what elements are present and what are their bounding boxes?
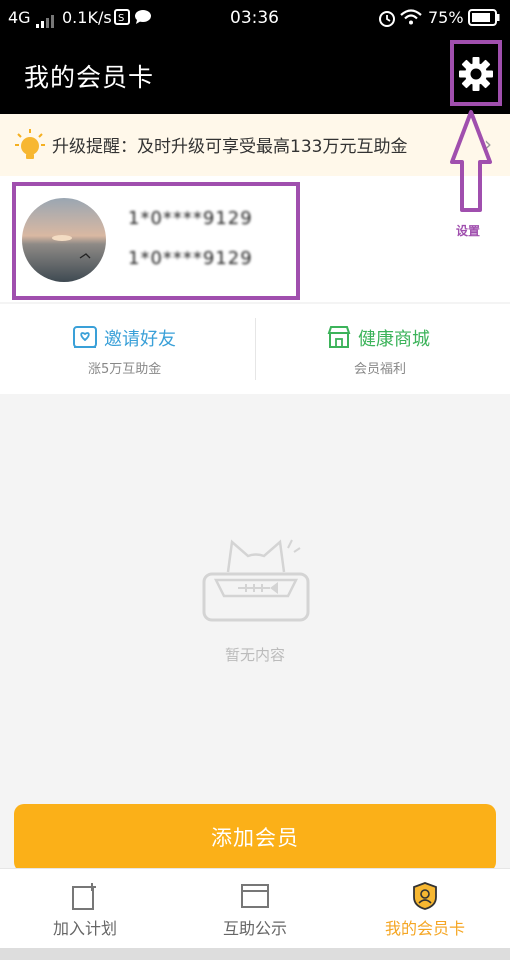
tab-public-notice[interactable]: 互助公示 <box>170 869 340 949</box>
tab-public-notice-label: 互助公示 <box>222 919 287 938</box>
up-arrow-icon <box>448 108 494 218</box>
health-store-title: 健康商城 <box>358 329 430 350</box>
settings-annotation-label: 设置 <box>456 224 481 238</box>
page-title: 我的会员卡 <box>24 63 155 92</box>
quick-links: 邀请好友 涨5万互助金 健康商城 会员福利 <box>0 304 510 394</box>
empty-cat-icon <box>198 534 314 628</box>
invite-friends-link[interactable]: 邀请好友 涨5万互助金 <box>0 304 255 394</box>
status-bar: 4G 0.1K/s S 03:36 75% <box>0 0 510 36</box>
wifi-icon <box>400 9 422 29</box>
member-card-icon <box>412 881 438 915</box>
settings-highlight-box <box>450 40 502 106</box>
invite-friends-title: 邀请好友 <box>104 329 176 350</box>
upgrade-reminder[interactable]: 升级提醒：及时升级可享受最高133万元互助金 › <box>0 114 510 176</box>
clock-time: 03:36 <box>230 8 279 28</box>
store-icon <box>326 324 352 354</box>
network-label: 4G <box>8 8 31 27</box>
svg-text:S: S <box>118 13 124 24</box>
battery-icon <box>468 9 500 30</box>
tab-my-member-card[interactable]: 我的会员卡 <box>340 869 510 949</box>
signal-icon <box>36 13 56 32</box>
join-plan-icon <box>71 881 99 915</box>
tab-my-member-card-label: 我的会员卡 <box>384 919 465 938</box>
add-member-button[interactable]: 添加会员 <box>14 804 496 872</box>
invite-friends-subtitle: 涨5万互助金 <box>88 362 162 377</box>
message-icon <box>134 9 152 29</box>
battery-percent: 75% <box>428 8 464 27</box>
invite-icon <box>72 324 98 354</box>
tab-join-plan[interactable]: 加入计划 <box>0 869 170 949</box>
sim-icon: S <box>114 9 130 29</box>
public-notice-icon <box>240 883 270 915</box>
health-store-subtitle: 会员福利 <box>354 362 407 377</box>
health-store-link[interactable]: 健康商城 会员福利 <box>256 304 510 394</box>
bottom-tab-bar: 加入计划 互助公示 我的会员卡 <box>0 868 510 949</box>
reminder-text: 升级提醒：及时升级可享受最高133万元互助金 <box>52 137 408 157</box>
bottom-strip <box>0 948 510 960</box>
app-header: 我的会员卡 <box>0 36 510 114</box>
alarm-icon <box>378 9 396 31</box>
tab-join-plan-label: 加入计划 <box>52 919 117 938</box>
empty-state-text: 暂无内容 <box>224 646 285 664</box>
bulb-icon <box>14 128 46 166</box>
network-speed: 0.1K/s <box>62 8 112 27</box>
profile-highlight-box <box>12 182 300 300</box>
